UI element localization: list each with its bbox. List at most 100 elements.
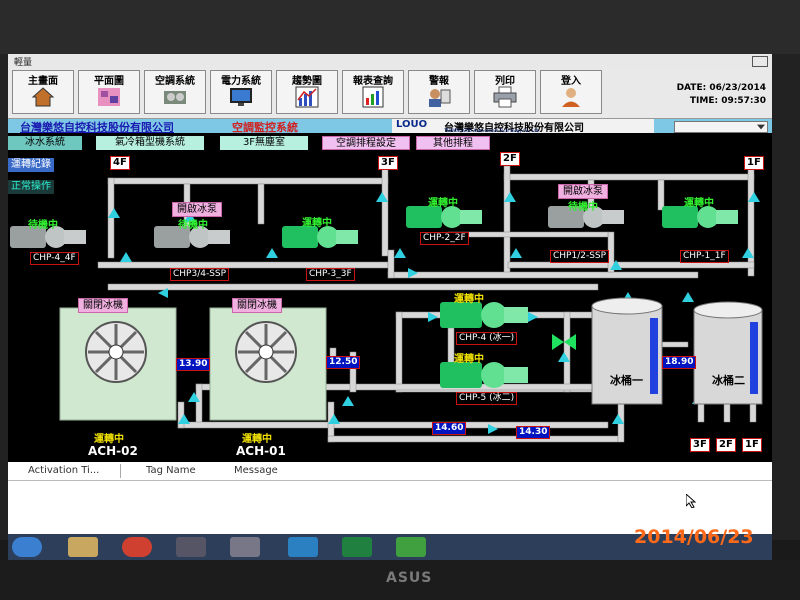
floor-2f-label: 2F bbox=[500, 152, 520, 166]
tab-hvac-schedule[interactable]: 空調排程設定 bbox=[322, 136, 410, 150]
chiller-ach01-status: 運轉中 bbox=[242, 434, 272, 445]
tab-other-schedule[interactable]: 其他排程 bbox=[416, 136, 490, 150]
main-toolbar: 主畫面 平面圖 空調系統 電力系統 趨勢圖 報表查詢 警報 列印 登入 DATE… bbox=[8, 68, 772, 119]
alarm-panel: Activation Ti... Tag Name Message bbox=[8, 462, 772, 534]
system-title: 空調監控系統 bbox=[232, 121, 298, 134]
toolbar-print-button[interactable]: 列印 bbox=[474, 70, 536, 114]
tab-cleanroom[interactable]: 3F無塵室 bbox=[220, 136, 308, 150]
pump-chp33-icon[interactable] bbox=[282, 226, 358, 248]
floor-4f-label: 4F bbox=[110, 156, 130, 170]
monitor-screen: 輕量 主畫面 平面圖 空調系統 電力系統 趨勢圖 報表查詢 警報 列印 登入 D… bbox=[8, 54, 772, 560]
chilled-water-diagram: 4F 3F 2F 1F 待機中 開啟冰泵 待機中 運轉中 運轉中 開啟冰泵 待機… bbox=[8, 152, 772, 460]
logo-mark: LOUO bbox=[396, 119, 428, 130]
monitor-bezel-left bbox=[0, 54, 8, 540]
pump-chp12-status: 待機中 bbox=[568, 202, 598, 213]
temp-value-2: 12.50 bbox=[326, 356, 361, 369]
toolbar-power-button[interactable]: 電力系統 bbox=[210, 70, 272, 114]
pump-chp12ssp-label: CHP1/2-SSP bbox=[550, 250, 610, 263]
toolbar-floorplan-button[interactable]: 平面圖 bbox=[78, 70, 140, 114]
tank-outlet-1f-label: 1F bbox=[742, 438, 762, 452]
alarm-col-tag-name[interactable]: Tag Name bbox=[146, 465, 196, 476]
tank-outlet-2f-label: 2F bbox=[716, 438, 736, 452]
temp-value-3: 14.60 bbox=[432, 422, 467, 435]
pump-chp22-status: 運轉中 bbox=[428, 198, 458, 209]
tank-outlet-3f-label: 3F bbox=[690, 438, 710, 452]
chiller-ach01-icon[interactable] bbox=[209, 307, 327, 421]
ice-tank-2-label: 冰桶二 bbox=[712, 374, 745, 387]
ice-tank-2-icon[interactable] bbox=[693, 301, 763, 405]
alarm-col-message[interactable]: Message bbox=[234, 465, 278, 476]
chrome-icon[interactable] bbox=[122, 537, 152, 557]
pump-chp44-label: CHP-4_4F bbox=[30, 252, 79, 265]
tab-air-cooled[interactable]: 氣冷箱型機系統 bbox=[96, 136, 204, 150]
chiller-ach02-status: 運轉中 bbox=[94, 434, 124, 445]
alarm-table-header: Activation Ti... Tag Name Message bbox=[8, 462, 772, 481]
window-control-icon[interactable] bbox=[752, 56, 768, 67]
pump-chp11-status: 運轉中 bbox=[684, 198, 714, 209]
teamviewer-icon[interactable] bbox=[288, 537, 318, 557]
chiller-ach02-icon[interactable] bbox=[59, 307, 177, 421]
scada-app-icon[interactable] bbox=[396, 537, 426, 557]
datetime-display: DATE: 06/23/2014 TIME: 09:57:30 bbox=[676, 82, 766, 108]
ice-tank-1-label: 冰桶一 bbox=[610, 374, 643, 387]
pump-chp5-status: 運轉中 bbox=[454, 354, 484, 365]
toolbar-login-button[interactable]: 登入 bbox=[540, 70, 602, 114]
chiller-ach02-label: ACH-02 bbox=[88, 444, 138, 458]
printer-icon bbox=[493, 86, 517, 108]
company-banner: 台灣樂悠自控科技股份有限公司 空調監控系統 LOUO 台灣樂悠自控科技股份有限公… bbox=[8, 119, 772, 135]
trend-chart-icon bbox=[295, 86, 319, 108]
monitor-icon bbox=[230, 88, 252, 106]
chevron-down-icon bbox=[757, 124, 765, 130]
close-chiller-ach01-button[interactable]: 關閉冰機 bbox=[232, 298, 282, 313]
alarm-icon bbox=[429, 89, 451, 107]
pump-chp34-status: 待機中 bbox=[178, 220, 208, 231]
time-label: TIME: 09:57:30 bbox=[689, 96, 766, 106]
report-icon bbox=[362, 86, 384, 108]
company-name-link[interactable]: 台灣樂悠自控科技股份有限公司 bbox=[20, 119, 174, 135]
close-chiller-ach02-button[interactable]: 關閉冰機 bbox=[78, 298, 128, 313]
toolbar-alarm-button[interactable]: 警報 bbox=[408, 70, 470, 114]
ice-tank-1-icon[interactable] bbox=[591, 297, 663, 405]
monitor-brand-logo: ASUS bbox=[386, 570, 433, 586]
tools-icon[interactable] bbox=[176, 537, 206, 557]
calculator-icon[interactable] bbox=[230, 537, 260, 557]
pump-chp11-label: CHP-1_1F bbox=[680, 250, 729, 263]
system-tabs: 冰水系統 氣冷箱型機系統 3F無塵室 空調排程設定 其他排程 bbox=[8, 134, 772, 152]
temp-value-1: 13.90 bbox=[176, 358, 211, 371]
pump-chp33-status: 運轉中 bbox=[302, 218, 332, 229]
temp-value-5: 18.90 bbox=[662, 356, 697, 369]
toolbar-report-button[interactable]: 報表查詢 bbox=[342, 70, 404, 114]
date-label: DATE: 06/23/2014 bbox=[676, 83, 766, 93]
toolbar-hvac-button[interactable]: 空調系統 bbox=[144, 70, 206, 114]
floorplan-icon bbox=[98, 88, 120, 106]
pump-chp33-label: CHP-3_3F bbox=[306, 268, 355, 281]
window-titlebar: 輕量 bbox=[8, 54, 772, 68]
monitor-bezel-right bbox=[772, 54, 800, 540]
pump-chp4-icon[interactable] bbox=[440, 302, 528, 328]
tab-chilled-water[interactable]: 冰水系統 bbox=[8, 136, 82, 150]
pump-chp22-icon[interactable] bbox=[406, 206, 482, 228]
pump-chp11-icon[interactable] bbox=[662, 206, 738, 228]
pump-chp44-status: 待機中 bbox=[28, 220, 58, 231]
logo-company-english: TAIWAN LOUO Auto-control Technology Co.,… bbox=[444, 128, 540, 133]
house-icon bbox=[31, 87, 55, 107]
pump-chp4-status: 運轉中 bbox=[454, 294, 484, 305]
chiller-ach01-label: ACH-01 bbox=[236, 444, 286, 458]
pump-chp22-label: CHP-2_2F bbox=[420, 232, 469, 245]
company-logo: LOUO 台灣樂悠自控科技股份有限公司 TAIWAN LOUO Auto-con… bbox=[392, 119, 654, 134]
mouse-cursor-icon bbox=[686, 494, 696, 508]
alarm-col-activation-time[interactable]: Activation Ti... bbox=[28, 465, 99, 476]
user-icon bbox=[562, 88, 580, 107]
toolbar-trend-button[interactable]: 趨勢圖 bbox=[276, 70, 338, 114]
floor-1f-label: 1F bbox=[744, 156, 764, 170]
start-pump-left-button[interactable]: 開啟冰泵 bbox=[172, 202, 222, 217]
excel-icon[interactable] bbox=[342, 537, 372, 557]
start-pump-right-button[interactable]: 開啟冰泵 bbox=[558, 184, 608, 199]
file-explorer-icon[interactable] bbox=[68, 537, 98, 557]
pump-chp5-label: CHP-5 (冰二) bbox=[456, 392, 518, 405]
toolbar-main-button[interactable]: 主畫面 bbox=[12, 70, 74, 114]
start-button-icon[interactable] bbox=[12, 537, 42, 557]
floor-3f-label: 3F bbox=[378, 156, 398, 170]
system-dropdown[interactable] bbox=[674, 121, 768, 133]
pump-chp4-label: CHP-4 (冰一) bbox=[456, 332, 518, 345]
